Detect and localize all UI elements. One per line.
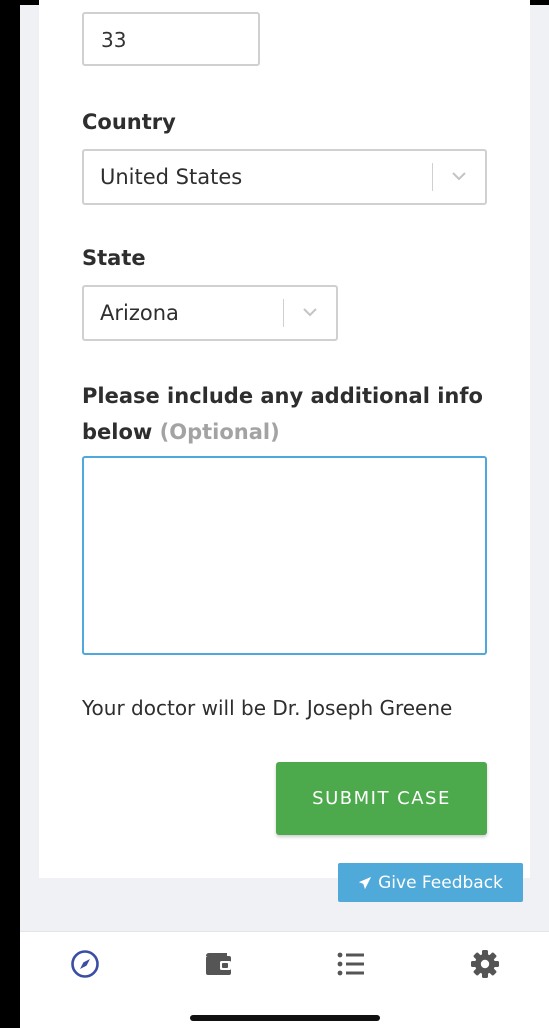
additional-info-textarea[interactable] xyxy=(82,456,487,655)
chevron-down-icon xyxy=(452,172,466,181)
chevron-down-icon xyxy=(303,308,317,317)
age-input[interactable]: 33 xyxy=(82,12,260,66)
paper-plane-icon xyxy=(358,876,372,889)
tab-explore[interactable] xyxy=(69,948,101,980)
compass-icon xyxy=(71,950,99,978)
tab-wallet[interactable] xyxy=(202,948,234,980)
give-feedback-button[interactable]: Give Feedback xyxy=(338,863,523,902)
state-select[interactable]: Arizona xyxy=(82,285,338,341)
app-screen: 33 Country United States State Arizona P… xyxy=(20,0,549,1028)
assigned-doctor-text: Your doctor will be Dr. Joseph Greene xyxy=(82,696,453,720)
state-selected-value: Arizona xyxy=(100,301,179,325)
bottom-tab-bar xyxy=(20,931,549,1028)
case-form-card: 33 Country United States State Arizona P… xyxy=(39,0,530,878)
tab-list[interactable] xyxy=(335,948,367,980)
additional-info-label-text: Please include any additional info below xyxy=(82,384,483,444)
wallet-icon xyxy=(206,953,231,975)
select-separator xyxy=(432,163,433,191)
additional-info-label: Please include any additional info below… xyxy=(82,378,502,450)
gear-icon xyxy=(471,950,499,978)
tab-settings[interactable] xyxy=(469,948,501,980)
submit-case-button[interactable]: SUBMIT CASE xyxy=(276,762,487,835)
select-separator xyxy=(283,299,284,327)
state-label: State xyxy=(82,246,146,270)
optional-hint: (Optional) xyxy=(159,420,280,444)
home-indicator[interactable] xyxy=(190,1015,380,1021)
country-selected-value: United States xyxy=(100,165,243,189)
country-label: Country xyxy=(82,110,176,134)
give-feedback-label: Give Feedback xyxy=(378,872,503,893)
list-icon xyxy=(337,952,364,976)
country-select[interactable]: United States xyxy=(82,149,487,205)
